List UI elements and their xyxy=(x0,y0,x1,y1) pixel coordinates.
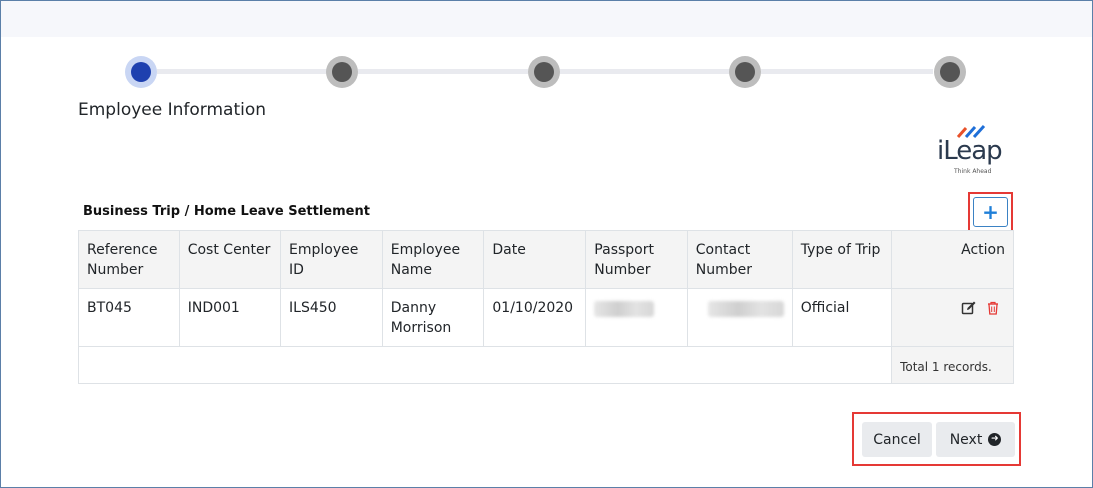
nav-buttons-highlight: Cancel Next ➜ xyxy=(852,412,1021,466)
next-button[interactable]: Next ➜ xyxy=(936,422,1015,457)
footer-spacer xyxy=(77,346,893,384)
table-caption: Business Trip / Home Leave Settlement xyxy=(83,204,370,219)
ileap-logo: iLeap Think Ahead xyxy=(930,124,1014,178)
cell-action xyxy=(891,288,1014,347)
cell-passport-number xyxy=(585,288,688,347)
footer-total-cell: Total 1 records. xyxy=(891,346,1014,384)
cell-reference-number: BT045 xyxy=(78,288,180,347)
page-title: Employee Information xyxy=(78,100,267,120)
add-record-button[interactable]: + xyxy=(973,197,1008,227)
cell-date: 01/10/2020 xyxy=(483,288,587,347)
column-header[interactable]: Type of Trip xyxy=(791,230,893,289)
stepper-connector xyxy=(560,69,730,74)
total-records: Total 1 records. xyxy=(892,347,1013,383)
column-header[interactable]: Reference Number xyxy=(78,230,180,289)
arrow-right-circle-icon: ➜ xyxy=(988,433,1002,446)
table-header-row: Reference Number Cost Center Employee ID… xyxy=(78,230,1014,289)
progress-stepper xyxy=(0,0,1093,100)
step-4-indicator[interactable] xyxy=(729,56,761,88)
add-button-highlight: + xyxy=(968,192,1013,232)
column-header[interactable]: Employee Name xyxy=(381,230,485,289)
step-5-indicator[interactable] xyxy=(934,56,966,88)
step-2-indicator[interactable] xyxy=(326,56,358,88)
cell-contact-number xyxy=(686,288,793,347)
cancel-button[interactable]: Cancel xyxy=(862,422,932,457)
settlement-table: Reference Number Cost Center Employee ID… xyxy=(77,230,1014,384)
column-header: Action xyxy=(891,230,1014,289)
cell-employee-name: Danny Morrison xyxy=(381,288,485,347)
next-label: Next xyxy=(949,431,983,448)
step-1-indicator[interactable] xyxy=(125,56,157,88)
cell-type-of-trip: Official xyxy=(791,288,893,347)
stepper-connector xyxy=(157,69,327,74)
redacted-value xyxy=(707,301,784,317)
cell-employee-id: ILS450 xyxy=(280,288,383,347)
cell-cost-center: IND001 xyxy=(178,288,282,347)
table-footer-row: Total 1 records. xyxy=(77,346,1014,384)
table-row: BT045 IND001 ILS450 Danny Morrison 01/10… xyxy=(78,288,1014,347)
cancel-label: Cancel xyxy=(873,431,921,448)
column-header[interactable]: Contact Number xyxy=(686,230,793,289)
column-header[interactable]: Passport Number xyxy=(585,230,688,289)
logo-tagline: Think Ahead xyxy=(954,168,992,175)
logo-wordmark: iLeap xyxy=(937,136,1003,166)
stepper-connector xyxy=(358,69,528,74)
column-header[interactable]: Cost Center xyxy=(178,230,282,289)
delete-icon[interactable] xyxy=(985,300,1001,316)
plus-icon: + xyxy=(982,200,999,224)
stepper-connector xyxy=(761,69,933,74)
step-3-indicator[interactable] xyxy=(528,56,560,88)
edit-icon[interactable] xyxy=(961,300,977,316)
column-header[interactable]: Date xyxy=(483,230,587,289)
redacted-value xyxy=(594,301,655,317)
column-header[interactable]: Employee ID xyxy=(280,230,383,289)
